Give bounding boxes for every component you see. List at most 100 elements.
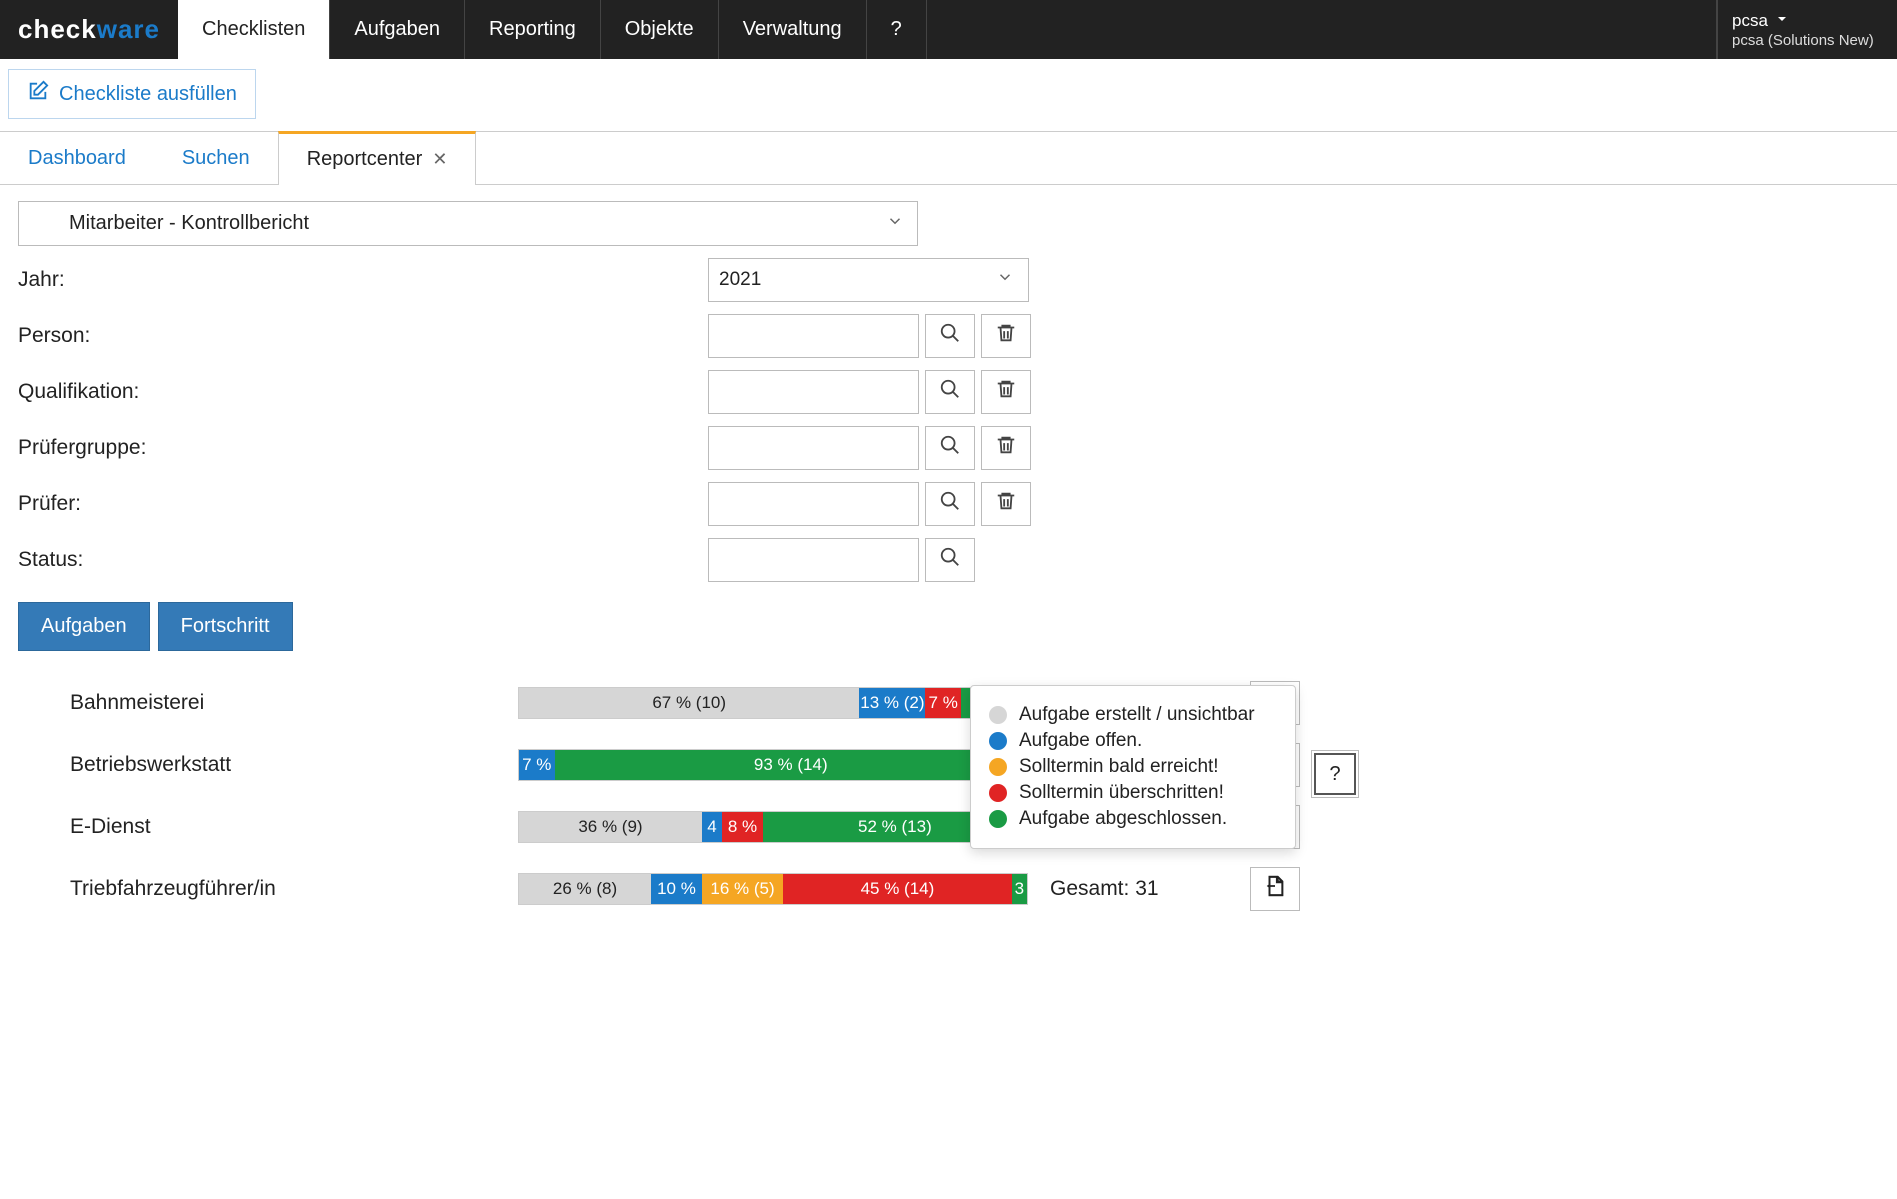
help-button[interactable]: ? <box>1314 753 1356 795</box>
legend-due-soon: Solltermin bald erreicht! <box>1019 756 1219 778</box>
progress-row: E-Dienst36 % (9)48 %52 % (13)Gesamt: 25 <box>18 805 1879 849</box>
fortschritt-button[interactable]: Fortschritt <box>158 602 293 651</box>
progress-bar: 36 % (9)48 %52 % (13) <box>518 811 1028 843</box>
progress-label: Bahnmeisterei <box>18 691 518 715</box>
fill-checklist-label: Checkliste ausfüllen <box>59 83 237 106</box>
progress-segment-gray: 26 % (8) <box>519 874 651 904</box>
group-input[interactable] <box>708 426 919 470</box>
progress-segment-green: 93 % (14) <box>555 750 1027 780</box>
chevron-down-icon <box>886 212 904 236</box>
logo-part2: ware <box>97 14 160 45</box>
report-select-value: Mitarbeiter - Kontrollbericht <box>69 212 309 235</box>
legend-done: Aufgabe abgeschlossen. <box>1019 808 1227 830</box>
legend-open: Aufgabe offen. <box>1019 730 1142 752</box>
progress-label: Betriebswerkstatt <box>18 753 518 777</box>
chevron-down-icon <box>996 268 1014 292</box>
export-icon <box>1264 875 1286 903</box>
nav-aufgaben[interactable]: Aufgaben <box>330 0 465 59</box>
progress-segment-green: 3 <box>1012 874 1027 904</box>
dot-orange-icon <box>989 758 1007 776</box>
search-icon <box>939 490 961 518</box>
progress-segment-blue: 4 <box>702 812 722 842</box>
top-nav: checkware Checklisten Aufgaben Reporting… <box>0 0 1897 59</box>
user-menu[interactable]: pcsa pcsa (Solutions New) <box>1717 0 1897 59</box>
pruefer-label: Prüfer: <box>18 492 708 516</box>
pruefer-input[interactable] <box>708 482 919 526</box>
year-select[interactable]: 2021 <box>708 258 1029 302</box>
tab-reportcenter-label: Reportcenter <box>307 148 423 171</box>
dot-blue-icon <box>989 732 1007 750</box>
tab-reportcenter[interactable]: Reportcenter ✕ <box>278 131 477 185</box>
tabs: Dashboard Suchen Reportcenter ✕ <box>0 131 1897 185</box>
year-label: Jahr: <box>18 268 708 292</box>
chevron-down-icon <box>1774 11 1790 32</box>
person-search-button[interactable] <box>925 314 975 358</box>
status-input[interactable] <box>708 538 919 582</box>
progress-segment-red: 8 % <box>722 812 763 842</box>
progress-segment-gray: 36 % (9) <box>519 812 702 842</box>
progress-bar: 26 % (8)10 %16 % (5)45 % (14)3 <box>518 873 1028 905</box>
close-icon[interactable]: ✕ <box>432 149 447 170</box>
year-value: 2021 <box>719 269 761 291</box>
export-button[interactable] <box>1250 867 1300 911</box>
nav-verwaltung[interactable]: Verwaltung <box>719 0 867 59</box>
user-org: pcsa (Solutions New) <box>1732 32 1877 49</box>
pruefer-clear-button[interactable] <box>981 482 1031 526</box>
tab-dashboard[interactable]: Dashboard <box>0 132 154 184</box>
progress-segment-blue: 7 % <box>519 750 555 780</box>
progress-segment-red: 7 % <box>925 688 961 718</box>
progress-segment-blue: 13 % (2) <box>859 688 925 718</box>
nav-reporting[interactable]: Reporting <box>465 0 601 59</box>
nav-objekte[interactable]: Objekte <box>601 0 719 59</box>
qualification-clear-button[interactable] <box>981 370 1031 414</box>
status-search-button[interactable] <box>925 538 975 582</box>
qualification-input[interactable] <box>708 370 919 414</box>
group-search-button[interactable] <box>925 426 975 470</box>
search-icon <box>939 546 961 574</box>
search-icon <box>939 434 961 462</box>
trash-icon <box>995 434 1017 462</box>
report-select[interactable]: Mitarbeiter - Kontrollbericht <box>18 201 918 246</box>
progress-row: Bahnmeisterei67 % (10)13 % (2)7 %13 % <box>18 681 1879 725</box>
person-label: Person: <box>18 324 708 348</box>
pruefer-search-button[interactable] <box>925 482 975 526</box>
progress-row: Betriebswerkstatt7 %93 % (14)Gesamt: 15 <box>18 743 1879 787</box>
trash-icon <box>995 378 1017 406</box>
aufgaben-button[interactable]: Aufgaben <box>18 602 150 651</box>
nav-help[interactable]: ? <box>867 0 927 59</box>
progress-segment-blue: 10 % <box>651 874 702 904</box>
group-clear-button[interactable] <box>981 426 1031 470</box>
tab-suchen[interactable]: Suchen <box>154 132 278 184</box>
trash-icon <box>995 322 1017 350</box>
fill-checklist-button[interactable]: Checkliste ausfüllen <box>8 69 256 119</box>
progress-segment-orange: 16 % (5) <box>702 874 783 904</box>
legend-overdue: Solltermin überschritten! <box>1019 782 1224 804</box>
nav-spacer <box>927 0 1717 59</box>
logo[interactable]: checkware <box>0 0 178 59</box>
dot-gray-icon <box>989 706 1007 724</box>
search-icon <box>939 322 961 350</box>
person-input[interactable] <box>708 314 919 358</box>
person-clear-button[interactable] <box>981 314 1031 358</box>
progress-bar: 7 %93 % (14) <box>518 749 1028 781</box>
progress-row: Triebfahrzeugführer/in26 % (8)10 %16 % (… <box>18 867 1879 911</box>
nav-checklisten[interactable]: Checklisten <box>178 0 330 59</box>
qualification-search-button[interactable] <box>925 370 975 414</box>
user-name: pcsa <box>1732 11 1768 31</box>
progress-label: Triebfahrzeugführer/in <box>18 877 518 901</box>
action-bar: Checkliste ausfüllen <box>0 59 1897 129</box>
logo-part1: check <box>18 14 97 45</box>
group-label: Prüfergruppe: <box>18 436 708 460</box>
qualification-label: Qualifikation: <box>18 380 708 404</box>
progress-segment-gray: 67 % (10) <box>519 688 859 718</box>
legend-tooltip: Aufgabe erstellt / unsichtbar Aufgabe of… <box>970 685 1296 849</box>
progress-label: E-Dienst <box>18 815 518 839</box>
legend-created: Aufgabe erstellt / unsichtbar <box>1019 704 1255 726</box>
dot-red-icon <box>989 784 1007 802</box>
progress-bar: 67 % (10)13 % (2)7 %13 % <box>518 687 1028 719</box>
trash-icon <box>995 490 1017 518</box>
progress-segment-red: 45 % (14) <box>783 874 1012 904</box>
search-icon <box>939 378 961 406</box>
status-label: Status: <box>18 548 708 572</box>
edit-icon <box>27 80 49 108</box>
